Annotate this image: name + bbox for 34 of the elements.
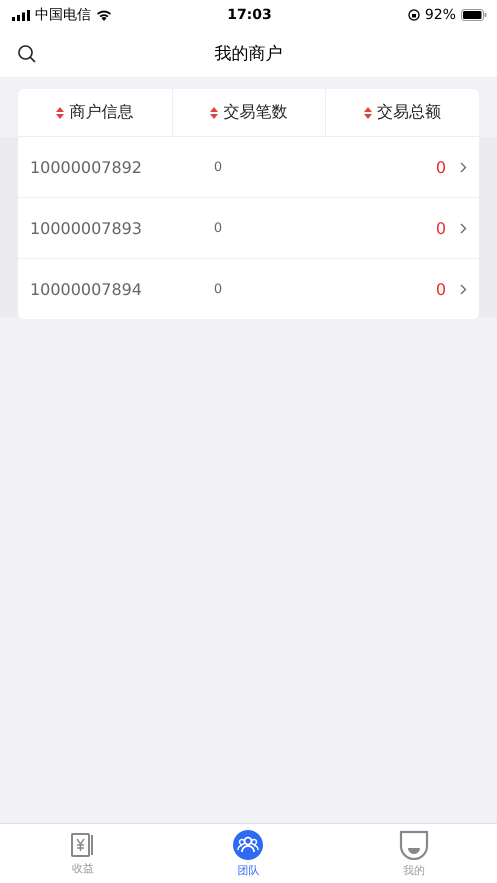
merchant-id: 10000007893 <box>30 218 143 238</box>
smile-icon <box>399 830 430 860</box>
merchant-row[interactable]: 10000007893 0 0 <box>18 197 479 258</box>
sort-icon <box>364 106 372 118</box>
merchant-id: 10000007892 <box>30 158 143 176</box>
battery-percent: 92% <box>424 7 456 23</box>
clock-time: 17:03 <box>227 7 272 23</box>
tab-bar-item[interactable]: 团队 <box>166 824 332 883</box>
transaction-amount: 0 <box>436 280 446 298</box>
ledger-icon <box>70 832 96 858</box>
chevron-right-icon <box>460 222 467 234</box>
chevron-right-icon <box>460 162 467 172</box>
search-icon[interactable] <box>17 44 37 64</box>
merchant-row[interactable]: 10000007892 0 0 <box>18 137 479 197</box>
transaction-count: 0 <box>212 282 222 296</box>
sort-icon <box>210 106 218 118</box>
signal-icon <box>12 10 30 20</box>
people-icon <box>233 830 264 860</box>
page-title: 我的商户 <box>214 43 282 65</box>
sort-icon <box>56 106 64 118</box>
merchant-row[interactable]: 10000007894 0 0 <box>18 258 479 319</box>
column-header[interactable]: 交易笔数 <box>223 102 288 123</box>
column-header[interactable]: 商户信息 <box>69 102 134 123</box>
transaction-count: 0 <box>212 220 222 236</box>
chevron-right-icon <box>460 284 467 294</box>
battery-icon <box>460 9 487 21</box>
transaction-count: 0 <box>212 160 222 174</box>
transaction-amount: 0 <box>436 218 446 238</box>
column-header[interactable]: 交易总额 <box>377 102 442 123</box>
transaction-amount: 0 <box>436 158 446 176</box>
carrier-name: 中国电信 <box>35 6 91 24</box>
rotation-lock-icon <box>408 9 420 21</box>
merchant-id: 10000007894 <box>30 280 143 298</box>
wifi-icon <box>96 9 112 21</box>
